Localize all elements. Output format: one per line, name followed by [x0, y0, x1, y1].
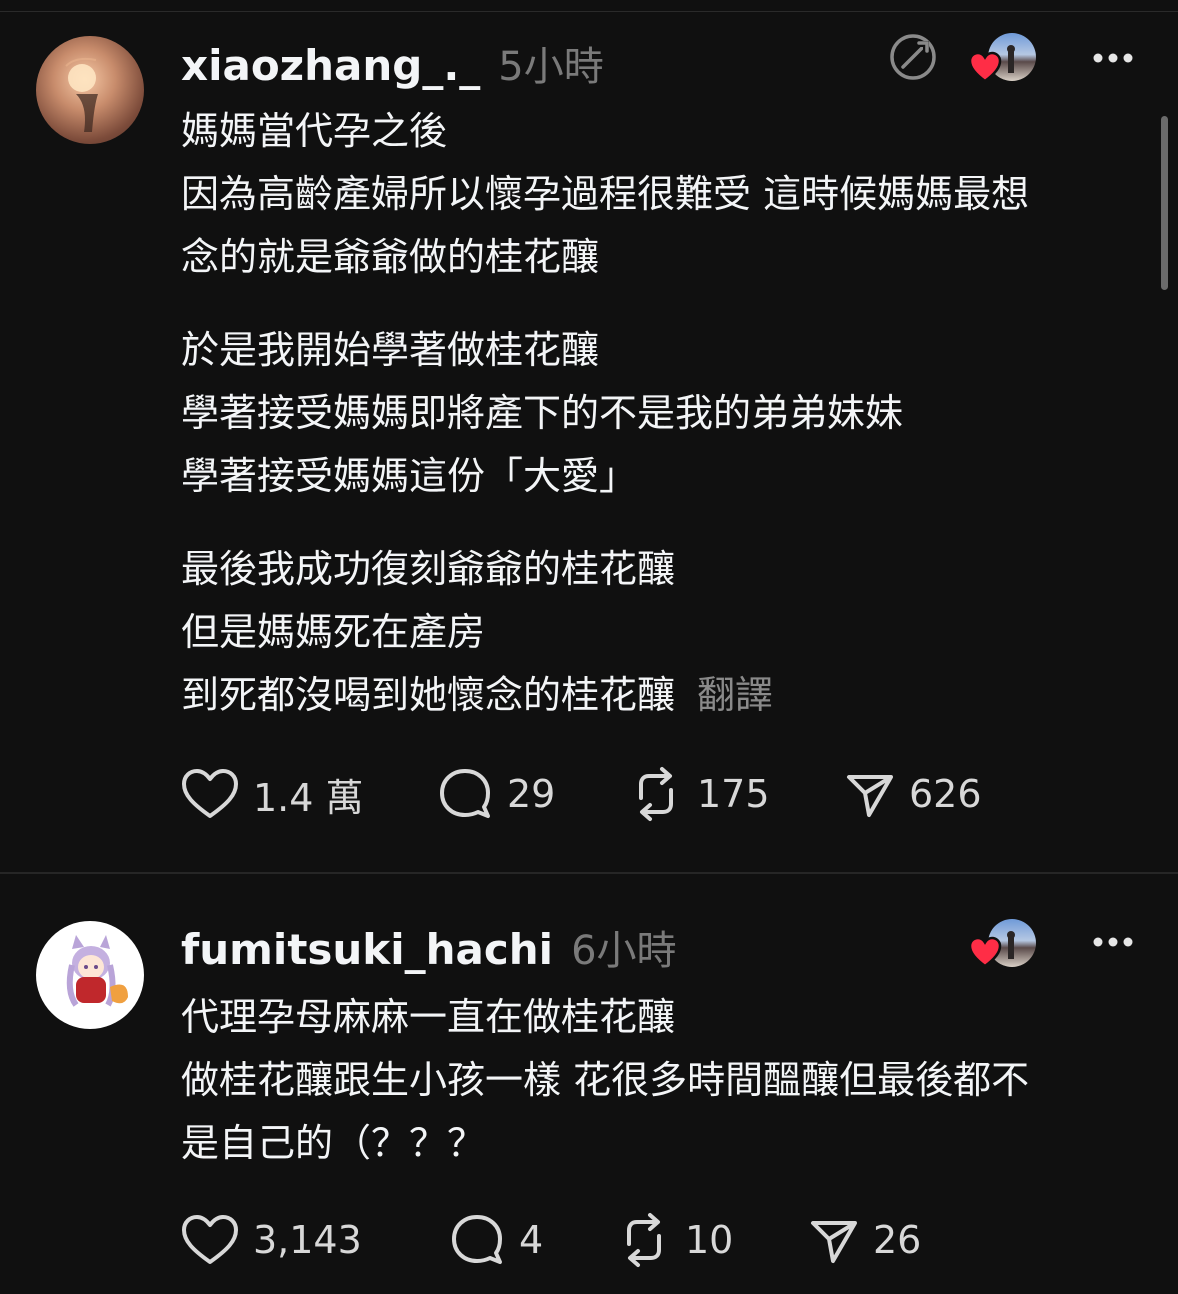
avatar[interactable] — [36, 921, 144, 1029]
more-icon[interactable] — [1092, 52, 1134, 64]
text-line: 到死都沒喝到她懷念的桂花釀 翻譯 — [181, 664, 1151, 727]
reply-icon — [440, 769, 490, 818]
repost-count: 175 — [697, 772, 770, 816]
reply-button[interactable]: 29 — [437, 766, 555, 822]
share-count: 26 — [873, 1218, 922, 1262]
heart-icon — [968, 936, 1002, 968]
repost-button[interactable]: 175 — [629, 766, 770, 822]
more-icon[interactable] — [1092, 936, 1134, 948]
post-body: 代理孕母麻麻一直在做桂花釀 做桂花釀跟生小孩一樣 花很多時間醞釀但最後都不 是自… — [181, 986, 1151, 1205]
share-icon — [847, 775, 893, 817]
paragraph: 媽媽當代孕之後 因為高齡產婦所以懷孕過程很難受 這時候媽媽最想 念的就是爺爺做的… — [181, 100, 1151, 289]
username[interactable]: fumitsuki_hachi 6小時 — [181, 918, 677, 976]
post-body: 媽媽當代孕之後 因為高齡產婦所以懷孕過程很難受 這時候媽媽最想 念的就是爺爺做的… — [181, 100, 1151, 757]
share-button[interactable]: 626 — [845, 769, 982, 819]
paragraph: 最後我成功復刻爺爺的桂花釀 但是媽媽死在產房 到死都沒喝到她懷念的桂花釀 翻譯 — [181, 538, 1151, 727]
like-button[interactable]: 1.4 萬 — [181, 767, 364, 822]
thread-post: fumitsuki_hachi 6小時 代理孕母麻麻一直在做桂花釀 做桂花釀跟生小… — [0, 874, 1178, 1294]
heart-icon — [182, 1215, 238, 1264]
repost-count: 10 — [685, 1218, 734, 1262]
reply-count: 4 — [519, 1218, 544, 1262]
text-line: 但是媽媽死在產房 — [181, 610, 486, 654]
text-line: 做桂花釀跟生小孩一樣 花很多時間醞釀但最後都不 — [181, 1058, 1030, 1102]
repost-icon — [627, 1213, 661, 1267]
reply-icon — [452, 1215, 502, 1264]
username-text[interactable]: xiaozhang_._ — [181, 41, 480, 90]
paragraph: 代理孕母麻麻一直在做桂花釀 做桂花釀跟生小孩一樣 花很多時間醞釀但最後都不 是自… — [181, 986, 1151, 1175]
post-time: 6小時 — [571, 928, 677, 974]
username[interactable]: xiaozhang_._ 5小時 — [181, 34, 604, 92]
reply-count: 29 — [507, 772, 556, 816]
like-count: 3,143 — [253, 1218, 362, 1262]
text-line: 代理孕母麻麻一直在做桂花釀 — [181, 995, 676, 1039]
thread-post: xiaozhang_._ 5小時 媽媽當代孕之後 因為高齡產婦所以懷孕過程很難受 … — [0, 0, 1178, 872]
text-line: 學著接受媽媽即將產下的不是我的弟弟妹妹 — [181, 391, 904, 435]
like-count: 1.4 萬 — [253, 775, 364, 820]
share-count: 626 — [909, 772, 982, 816]
avatar[interactable] — [36, 36, 144, 144]
text-line: 最後我成功復刻爺爺的桂花釀 — [181, 547, 676, 591]
paragraph: 於是我開始學著做桂花釀 學著接受媽媽即將產下的不是我的弟弟妹妹 學著接受媽媽這份… — [181, 319, 1151, 508]
text-line: 是自己的（？？？ — [181, 1121, 486, 1165]
username-text[interactable]: fumitsuki_hachi — [181, 925, 553, 974]
text-line: 念的就是爺爺做的桂花釀 — [181, 235, 600, 279]
text-line: 媽媽當代孕之後 — [181, 109, 448, 153]
mention-icon[interactable] — [888, 32, 938, 82]
repost-icon — [639, 767, 673, 821]
text-line: 學著接受媽媽這份「大愛」 — [181, 454, 638, 498]
repost-button[interactable]: 10 — [617, 1212, 733, 1268]
heart-icon — [968, 51, 1002, 83]
heart-icon — [182, 769, 238, 818]
text-line: 因為高齡產婦所以懷孕過程很難受 這時候媽媽最想 — [181, 172, 1030, 216]
reply-button[interactable]: 4 — [449, 1212, 543, 1268]
text-line: 於是我開始學著做桂花釀 — [181, 328, 600, 372]
post-time: 5小時 — [498, 44, 604, 90]
translate-link[interactable]: 翻譯 — [697, 673, 773, 717]
share-button[interactable]: 26 — [809, 1215, 921, 1265]
share-icon — [811, 1221, 857, 1263]
text-line-content: 到死都沒喝到她懷念的桂花釀 — [181, 673, 676, 717]
scrollbar[interactable] — [1161, 116, 1168, 290]
like-button[interactable]: 3,143 — [181, 1214, 362, 1266]
